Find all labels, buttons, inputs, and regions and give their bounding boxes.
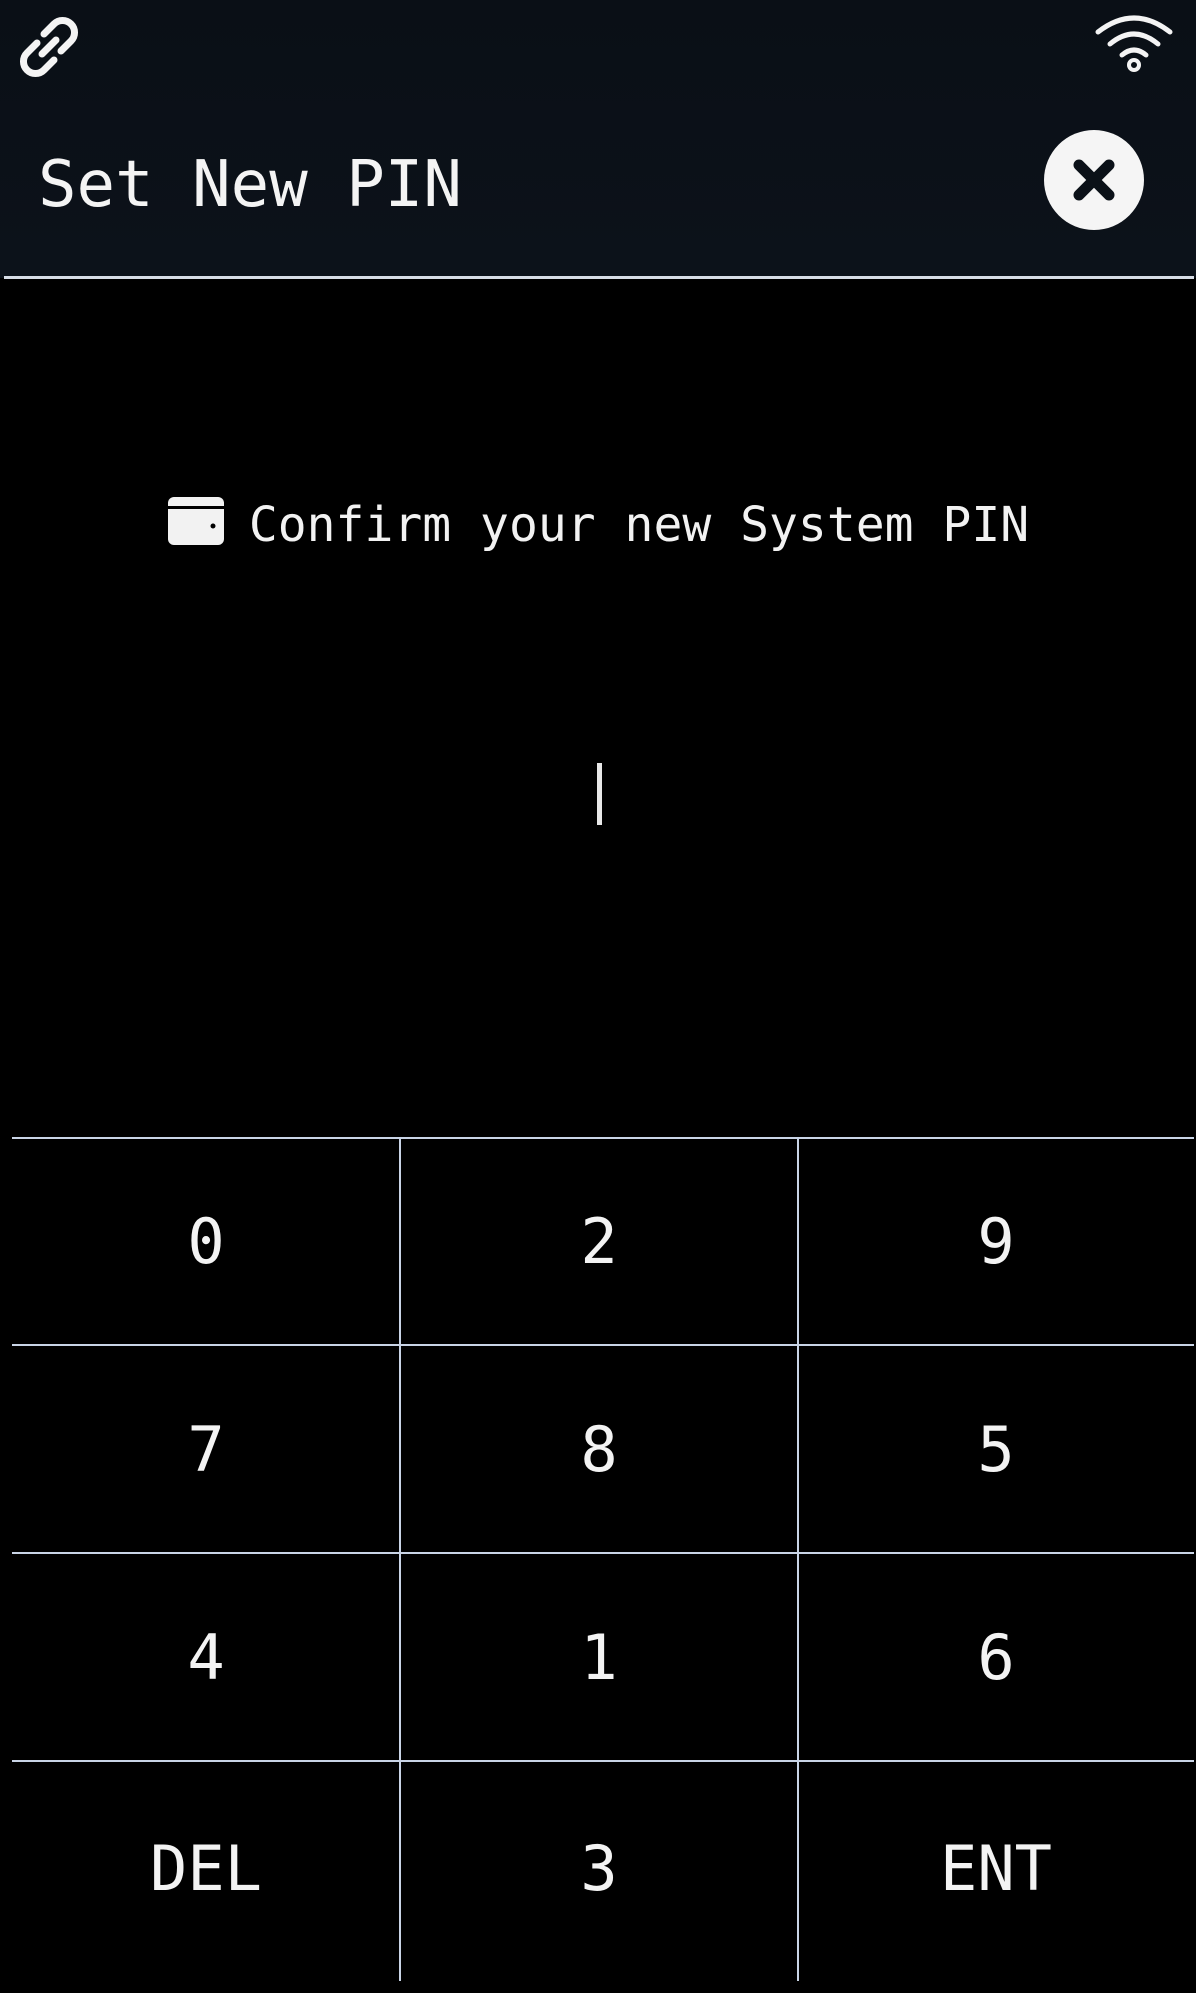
wifi-icon <box>1092 10 1176 74</box>
key-5[interactable]: 5 <box>798 1345 1194 1553</box>
keypad-divider <box>12 1137 1194 1139</box>
key-6[interactable]: 6 <box>798 1553 1194 1761</box>
keypad: 0 2 9 7 8 5 4 1 6 DEL 3 ENT <box>12 1137 1194 1981</box>
close-button[interactable] <box>1044 130 1144 230</box>
key-7[interactable]: 7 <box>12 1345 400 1553</box>
prompt-text: Confirm your new System PIN <box>248 497 1030 553</box>
enter-key[interactable]: ENT <box>798 1761 1194 1975</box>
pin-screen: Set New PIN Confirm your new System PIN … <box>0 0 1196 1993</box>
key-label: 4 <box>187 1620 225 1694</box>
keypad-divider <box>12 1552 1194 1554</box>
keypad-divider <box>399 1137 401 1981</box>
key-label: 2 <box>580 1204 618 1278</box>
key-label: 6 <box>977 1620 1015 1694</box>
close-icon <box>1073 159 1115 201</box>
key-label: 0 <box>187 1204 225 1278</box>
keypad-divider <box>12 1344 1194 1346</box>
keypad-divider <box>12 1760 1194 1762</box>
keypad-divider <box>797 1137 799 1981</box>
header: Set New PIN <box>0 0 1196 278</box>
text-cursor <box>597 763 602 825</box>
key-label: 1 <box>580 1620 618 1694</box>
prompt: Confirm your new System PIN <box>0 490 1196 560</box>
key-3[interactable]: 3 <box>400 1761 798 1975</box>
header-divider <box>4 276 1194 279</box>
key-9[interactable]: 9 <box>798 1137 1194 1345</box>
key-label: ENT <box>940 1831 1052 1905</box>
key-label: 7 <box>187 1412 225 1486</box>
card-icon <box>167 496 225 546</box>
key-label: 5 <box>977 1412 1015 1486</box>
key-4[interactable]: 4 <box>12 1553 400 1761</box>
key-1[interactable]: 1 <box>400 1553 798 1761</box>
key-8[interactable]: 8 <box>400 1345 798 1553</box>
key-label: 3 <box>580 1831 618 1905</box>
status-bar <box>0 0 1196 90</box>
key-2[interactable]: 2 <box>400 1137 798 1345</box>
key-label: DEL <box>150 1831 262 1905</box>
key-0[interactable]: 0 <box>12 1137 400 1345</box>
key-label: 9 <box>977 1204 1015 1278</box>
link-icon <box>14 12 84 82</box>
page-title: Set New PIN <box>38 148 462 222</box>
delete-key[interactable]: DEL <box>12 1761 400 1975</box>
key-label: 8 <box>580 1412 618 1486</box>
